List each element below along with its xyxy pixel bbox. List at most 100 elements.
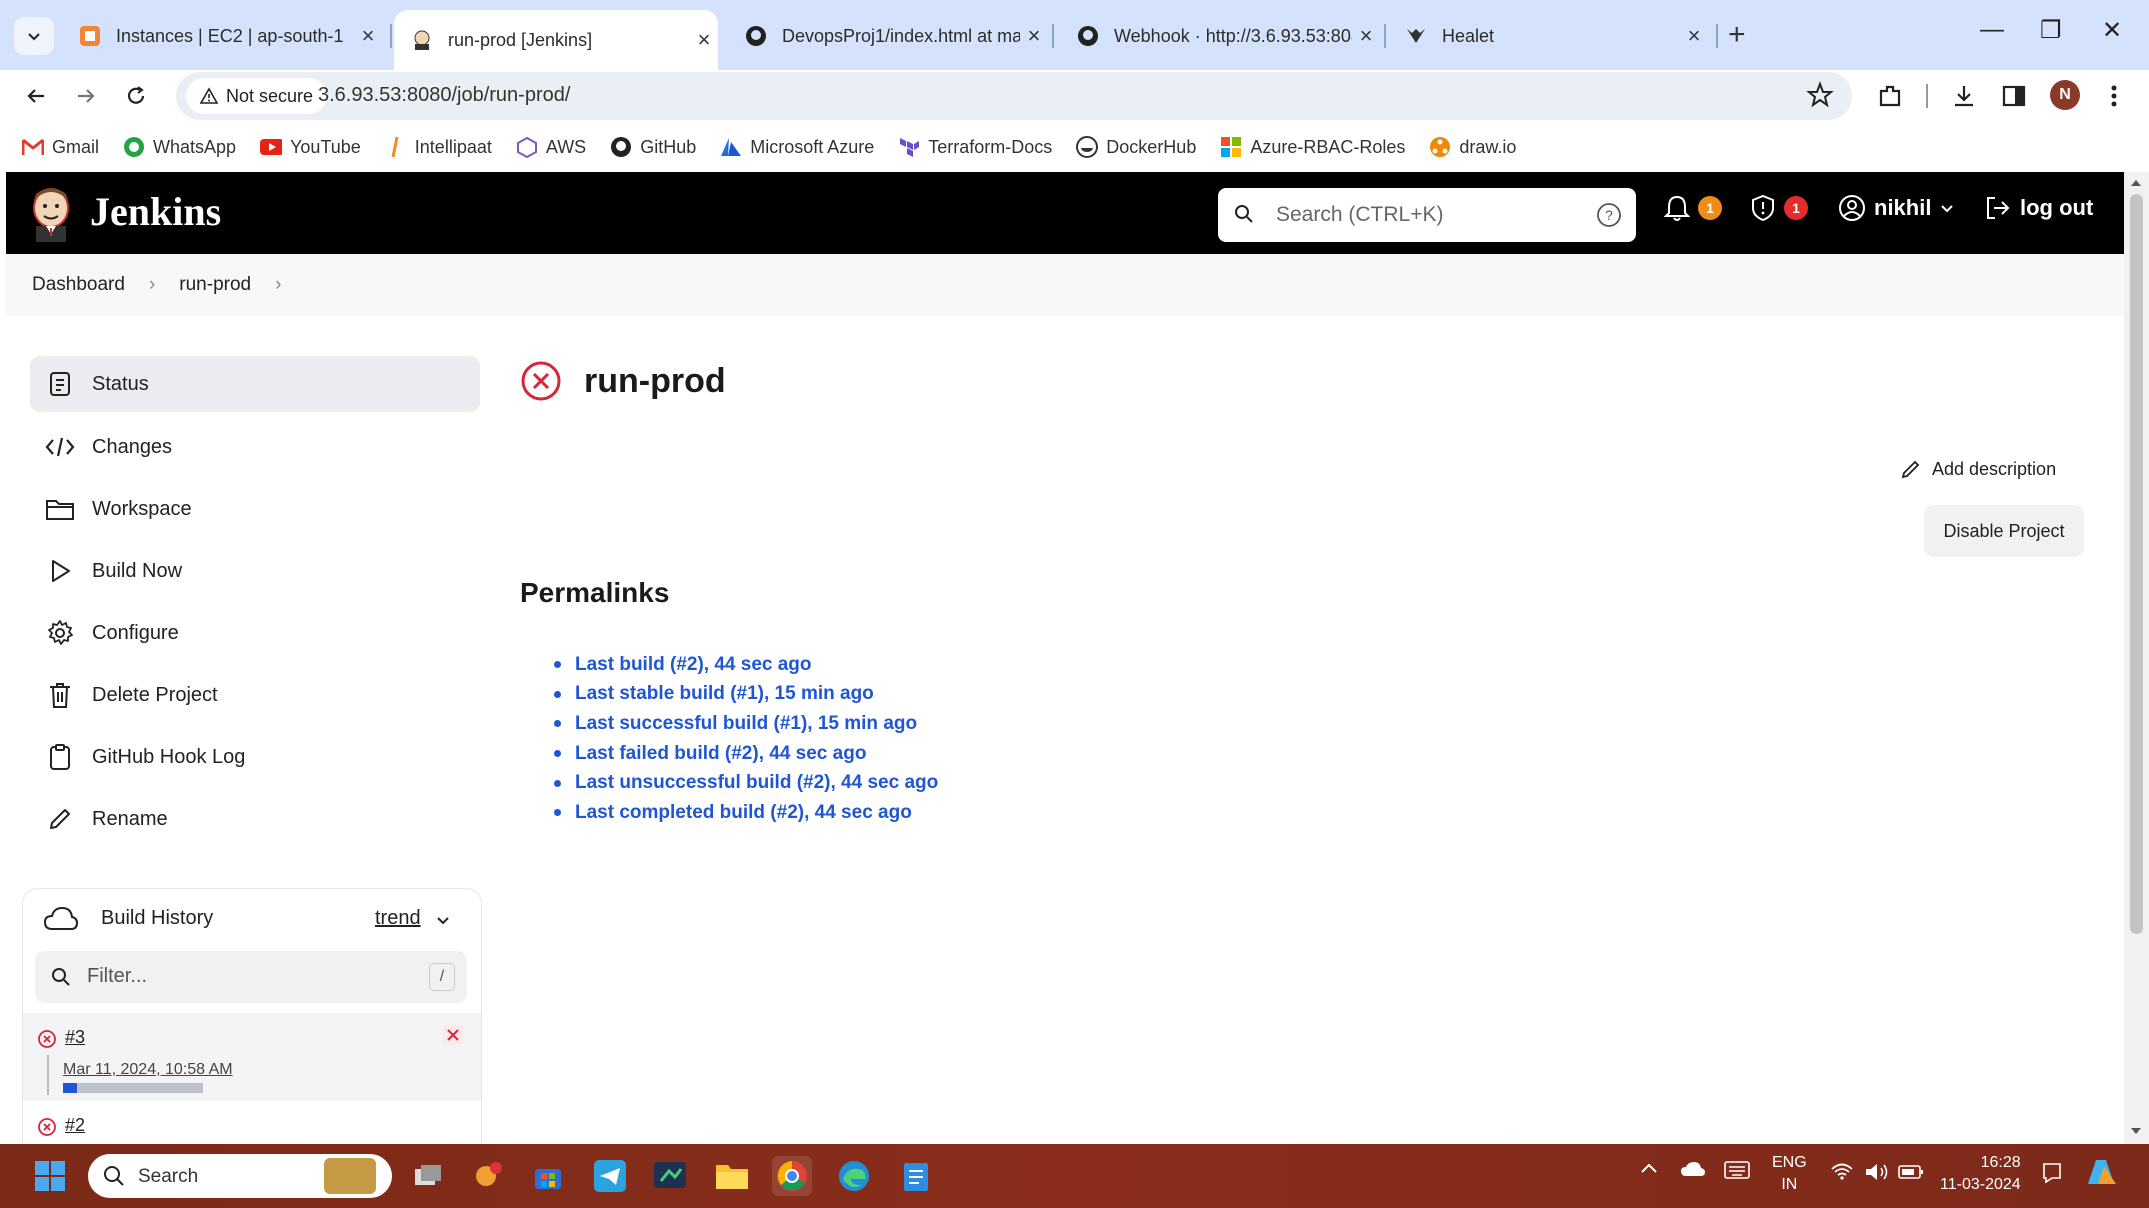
window-close-icon[interactable]: ✕ (2102, 16, 2122, 45)
file-explorer-icon[interactable] (712, 1156, 752, 1196)
bookmark-dockerhub[interactable]: DockerHub (1076, 136, 1196, 158)
permalink-last-successful-build[interactable]: Last successful build (#1), 15 min ago (575, 713, 917, 735)
sidebar-item-label: GitHub Hook Log (92, 745, 246, 768)
sidebar-item-workspace[interactable]: Workspace (30, 481, 480, 537)
chrome-icon[interactable] (772, 1156, 812, 1196)
browser-tab[interactable]: Instances | EC2 | ap-south-1 × (62, 10, 382, 62)
breadcrumb-dashboard[interactable]: Dashboard (32, 274, 125, 296)
jenkins-brand[interactable]: Jenkins (90, 188, 221, 235)
logout-button[interactable]: log out (1984, 194, 2093, 222)
jenkins-search-box[interactable]: Search (CTRL+K) ? (1218, 188, 1636, 242)
onedrive-icon[interactable] (1680, 1160, 1706, 1178)
trend-link[interactable]: trend (375, 907, 421, 930)
close-icon[interactable]: × (690, 27, 718, 53)
volume-icon[interactable] (1864, 1162, 1890, 1182)
profile-avatar[interactable]: N (2050, 80, 2080, 110)
keyboard-icon[interactable] (1724, 1160, 1750, 1180)
browser-tab[interactable]: DevopsProj1/index.html at mai × (728, 10, 1048, 62)
bookmark-intellipaat[interactable]: Intellipaat (385, 136, 492, 158)
close-icon[interactable]: × (1680, 23, 1708, 49)
browser-tab-active[interactable]: run-prod [Jenkins] × (394, 10, 718, 70)
notepad-icon[interactable] (896, 1156, 936, 1196)
bookmark-terraform[interactable]: Terraform-Docs (898, 136, 1052, 158)
close-icon[interactable]: × (354, 23, 382, 49)
extensions-icon[interactable] (1874, 80, 1906, 112)
windows-start-icon[interactable] (30, 1156, 70, 1196)
site-info-chip[interactable]: Not secure (186, 78, 328, 114)
bookmark-aws[interactable]: AWS (516, 136, 586, 158)
bookmark-whatsapp[interactable]: WhatsApp (123, 136, 236, 158)
build-number-link[interactable]: #2 (65, 1115, 85, 1136)
breadcrumb-run-prod[interactable]: run-prod (179, 274, 251, 296)
tab-search-button[interactable] (14, 17, 54, 55)
chevron-up-icon[interactable] (1640, 1162, 1658, 1174)
taskbar-clock[interactable]: 16:28 11-03-2024 (1940, 1152, 2021, 1196)
telegram-icon[interactable] (590, 1156, 630, 1196)
build-timestamp[interactable]: Mar 11, 2024, 10:58 AM (63, 1061, 233, 1079)
url-text[interactable]: 3.6.93.53:8080/job/run-prod/ (318, 84, 570, 107)
bookmark-azure-rbac[interactable]: Azure-RBAC-Roles (1220, 136, 1405, 158)
scroll-down-icon (2131, 1128, 2141, 1136)
language-indicator[interactable]: ENG IN (1772, 1152, 1807, 1196)
sidebar-item-github-hook-log[interactable]: GitHub Hook Log (30, 729, 480, 785)
download-icon[interactable] (1948, 80, 1980, 112)
add-description-link[interactable]: Add description (1900, 458, 2056, 480)
minimize-icon[interactable]: — (1980, 16, 2004, 44)
permalink-last-build[interactable]: Last build (#2), 44 sec ago (575, 654, 812, 676)
bookmark-drawio[interactable]: draw.io (1429, 136, 1516, 158)
edge-icon[interactable] (834, 1156, 874, 1196)
permalink-last-unsuccessful-build[interactable]: Last unsuccessful build (#2), 44 sec ago (575, 772, 938, 794)
copilot-icon[interactable] (2084, 1154, 2120, 1190)
scrollbar-thumb[interactable] (2130, 194, 2143, 934)
sidebar-item-changes[interactable]: Changes (30, 419, 480, 475)
side-panel-icon[interactable] (1998, 80, 2030, 112)
permalink-last-completed-build[interactable]: Last completed build (#2), 44 sec ago (575, 802, 912, 824)
chevron-right-icon[interactable]: › (275, 274, 281, 296)
snipping-tool-icon[interactable] (650, 1156, 690, 1196)
sidebar-item-rename[interactable]: Rename (30, 791, 480, 847)
bookmark-github[interactable]: GitHub (610, 136, 696, 158)
new-tab-button[interactable]: + (1728, 18, 1746, 52)
forward-button[interactable] (68, 78, 104, 114)
menu-kebab-icon[interactable] (2098, 80, 2130, 112)
disable-project-button[interactable]: Disable Project (1924, 505, 2084, 557)
build-row[interactable]: #2 (23, 1107, 481, 1147)
restore-icon[interactable]: ❐ (2040, 16, 2062, 45)
build-row[interactable]: #3 Mar 11, 2024, 10:58 AM (23, 1013, 481, 1101)
permalink-last-failed-build[interactable]: Last failed build (#2), 44 sec ago (575, 743, 866, 765)
notifications-button[interactable]: 1 (1664, 194, 1722, 222)
page-scrollbar[interactable] (2124, 172, 2149, 1144)
address-bar[interactable]: Not secure 3.6.93.53:8080/job/run-prod/ (176, 72, 1852, 120)
build-filter-input[interactable]: Filter... / (35, 951, 467, 1003)
back-button[interactable] (18, 78, 54, 114)
notification-center-icon[interactable] (2040, 1162, 2064, 1184)
browser-tab[interactable]: Webhook · http://3.6.93.53:808 × (1060, 10, 1380, 62)
warning-icon (200, 87, 218, 104)
task-view-icon[interactable] (408, 1156, 448, 1196)
security-monitor-button[interactable]: 1 (1750, 194, 1808, 222)
taskbar-search[interactable]: Search (88, 1154, 392, 1198)
reload-button[interactable] (118, 78, 154, 114)
help-icon[interactable]: ? (1596, 202, 1622, 228)
user-menu[interactable]: nikhil (1838, 194, 1955, 222)
bookmark-gmail[interactable]: Gmail (22, 136, 99, 158)
bookmark-azure[interactable]: Microsoft Azure (720, 136, 874, 158)
close-icon[interactable]: × (1020, 23, 1048, 49)
cancel-build-icon[interactable] (443, 1025, 463, 1045)
build-number-link[interactable]: #3 (65, 1027, 85, 1048)
battery-icon[interactable] (1898, 1164, 1924, 1180)
bookmark-star-icon[interactable] (1806, 81, 1834, 109)
sidebar-item-configure[interactable]: Configure (30, 605, 480, 661)
chevron-down-icon[interactable] (435, 913, 451, 929)
close-icon[interactable]: × (1352, 23, 1380, 49)
browser-tab[interactable]: Healet × (1388, 10, 1708, 62)
widgets-icon[interactable] (468, 1156, 508, 1196)
sidebar-item-build-now[interactable]: Build Now (30, 543, 480, 599)
sidebar-item-delete-project[interactable]: Delete Project (30, 667, 480, 723)
wifi-icon[interactable] (1830, 1162, 1854, 1180)
permalink-last-stable-build[interactable]: Last stable build (#1), 15 min ago (575, 683, 874, 705)
jenkins-logo-icon[interactable] (28, 186, 74, 242)
sidebar-item-status[interactable]: Status (30, 356, 480, 412)
bookmark-youtube[interactable]: YouTube (260, 136, 361, 158)
microsoft-store-icon[interactable] (528, 1156, 568, 1196)
